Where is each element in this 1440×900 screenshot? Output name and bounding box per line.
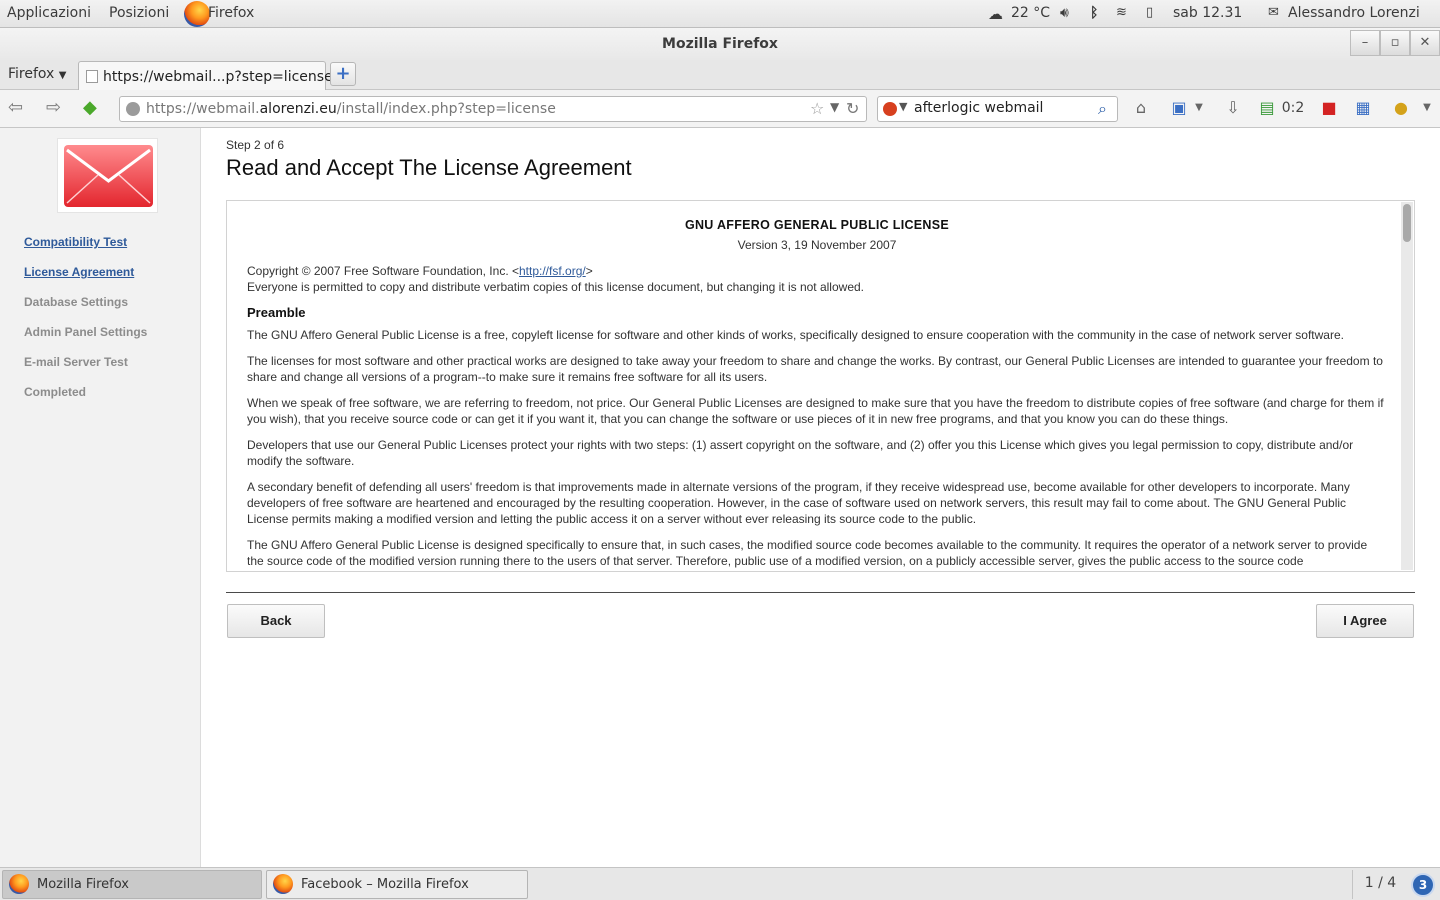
firefox-app-icon <box>184 1 210 27</box>
minimize-icon[interactable]: – <box>1350 30 1380 56</box>
search-bar[interactable]: ▼ ⌕ <box>877 96 1118 122</box>
feed-icon[interactable]: ◆ <box>83 98 97 118</box>
fsf-link[interactable]: http://fsf.org/ <box>519 264 586 278</box>
agree-button[interactable]: I Agree <box>1316 604 1414 638</box>
sidebar-item-license-agreement[interactable]: License Agreement <box>24 265 134 279</box>
active-app-menu[interactable]: Firefox <box>208 5 254 21</box>
license-text-box[interactable]: GNU AFFERO GENERAL PUBLIC LICENSE Versio… <box>226 200 1415 572</box>
close-icon[interactable]: ✕ <box>1410 30 1440 56</box>
main-panel: Step 2 of 6 Read and Accept The License … <box>226 128 1415 867</box>
scrollbar-thumb[interactable] <box>1403 204 1411 242</box>
reload-icon[interactable]: ↻ <box>846 99 859 118</box>
back-icon[interactable]: ⇦ <box>8 98 23 118</box>
bottom-taskbar: Mozilla Firefox Facebook – Mozilla Firef… <box>0 867 1440 900</box>
license-paragraph: When we speak of free software, we are r… <box>247 396 1384 426</box>
page-content: Compatibility Test License Agreement Dat… <box>0 128 1440 867</box>
workspace-indicator[interactable]: 1 / 4 <box>1352 870 1408 899</box>
notification-count-badge[interactable]: 3 <box>1411 873 1435 897</box>
forward-icon[interactable]: ⇨ <box>46 98 61 118</box>
window-title: Mozilla Firefox <box>662 36 778 52</box>
chevron-down-icon[interactable]: ▼ <box>899 100 907 113</box>
weather-temp[interactable]: 22 °C <box>1011 5 1050 21</box>
maximize-icon[interactable]: ▫ <box>1380 30 1410 56</box>
firefox-menu-button[interactable]: Firefox ▼ <box>8 66 67 82</box>
sidebar-item-email-server-test: E-mail Server Test <box>24 355 128 369</box>
sidebar-item-database-settings: Database Settings <box>24 295 129 309</box>
addon-counter[interactable]: 0:2 <box>1278 97 1308 119</box>
search-icon[interactable]: ⌕ <box>1098 99 1107 119</box>
screenshot-icon[interactable]: ▦ <box>1352 97 1374 119</box>
license-paragraph: The GNU Affero General Public License is… <box>247 538 1368 568</box>
window-titlebar: Mozilla Firefox – ▫ ✕ <box>0 28 1440 60</box>
logo <box>57 138 158 213</box>
envelope-icon <box>64 145 153 207</box>
firefox-menu-label: Firefox <box>8 66 55 82</box>
cloud-icon: ☁ <box>988 5 1003 23</box>
user-menu[interactable]: Alessandro Lorenzi <box>1288 5 1420 21</box>
top-panel: Applicazioni Posizioni Firefox ☁ 22 °C 🔊… <box>0 0 1440 28</box>
bluetooth-icon[interactable]: ᛒ <box>1090 5 1098 21</box>
preamble-heading: Preamble <box>247 305 306 320</box>
firefox-icon <box>9 874 29 894</box>
clock[interactable]: sab 12.31 <box>1173 5 1242 21</box>
license-title: GNU AFFERO GENERAL PUBLIC LICENSE <box>684 218 950 232</box>
license-paragraph: The licenses for most software and other… <box>247 354 1383 384</box>
firefox-icon <box>273 874 293 894</box>
chevron-down-icon[interactable]: ▼ <box>1188 97 1210 119</box>
bookmarks-icon[interactable]: ▣ <box>1168 97 1190 119</box>
license-paragraph: The GNU Affero General Public License is… <box>247 328 1344 342</box>
search-input[interactable] <box>914 100 1094 116</box>
home-icon[interactable]: ⌂ <box>1130 97 1152 119</box>
new-tab-button[interactable]: + <box>330 62 356 86</box>
youtube-icon[interactable]: ■ <box>1318 97 1340 119</box>
page-title: Read and Accept The License Agreement <box>226 155 632 180</box>
download-icon[interactable]: ⇩ <box>1222 97 1244 119</box>
site-identity-icon[interactable] <box>126 102 140 116</box>
license-copyright: Copyright © 2007 Free Software Foundatio… <box>247 264 864 294</box>
tab-strip: Firefox ▼ https://webmail...p?step=licen… <box>0 60 1440 91</box>
sidebar-item-completed: Completed <box>24 385 87 399</box>
battery-icon[interactable]: ▯ <box>1146 5 1153 20</box>
task-label: Mozilla Firefox <box>37 877 129 892</box>
places-menu[interactable]: Posizioni <box>109 5 169 21</box>
install-steps-sidebar: Compatibility Test License Agreement Dat… <box>0 128 201 867</box>
sidebar-item-admin-panel-settings: Admin Panel Settings <box>24 325 148 339</box>
sidebar-item-compatibility-test[interactable]: Compatibility Test <box>24 235 127 249</box>
license-paragraph: Developers that use our General Public L… <box>247 438 1354 468</box>
url-text[interactable]: https://webmail.alorenzi.eu/install/inde… <box>146 101 556 117</box>
license-scrollbar[interactable] <box>1401 202 1413 570</box>
applications-menu[interactable]: Applicazioni <box>7 5 91 21</box>
chevron-down-icon[interactable]: ▼ <box>1416 97 1438 119</box>
divider <box>226 592 1415 593</box>
volume-icon[interactable]: 🔊︎ <box>1060 5 1069 21</box>
tab-label: https://webmail...p?step=license <box>103 69 333 85</box>
license-version: Version 3, 19 November 2007 <box>737 238 897 252</box>
navigation-toolbar: ⇦ ⇨ ◆ https://webmail.alorenzi.eu/instal… <box>0 90 1440 128</box>
search-engine-icon[interactable] <box>883 102 897 116</box>
bookmark-star-icon[interactable]: ☆ <box>810 99 824 118</box>
wifi-icon[interactable]: ≋ <box>1116 5 1127 20</box>
license-copyright-notice: Everyone is permitted to copy and distri… <box>247 280 864 294</box>
addon-counter-icon[interactable]: ▤ <box>1256 97 1278 119</box>
license-content: GNU AFFERO GENERAL PUBLIC LICENSE Versio… <box>247 217 1387 571</box>
task-mozilla-firefox[interactable]: Mozilla Firefox <box>2 870 262 899</box>
task-facebook-firefox[interactable]: Facebook – Mozilla Firefox <box>266 870 528 899</box>
chat-icon[interactable]: ✉ <box>1268 5 1279 20</box>
step-indicator: Step 2 of 6 <box>226 138 285 152</box>
license-paragraph: A secondary benefit of defending all use… <box>247 480 1350 526</box>
medal-icon[interactable]: ● <box>1390 97 1412 119</box>
tab-active[interactable]: https://webmail...p?step=license <box>78 61 333 91</box>
page-favicon-icon <box>86 70 98 83</box>
url-bar[interactable]: https://webmail.alorenzi.eu/install/inde… <box>119 96 867 122</box>
chevron-down-icon: ▼ <box>58 70 67 81</box>
back-button[interactable]: Back <box>227 604 325 638</box>
history-dropdown-icon[interactable]: ▼ <box>830 100 839 114</box>
task-label: Facebook – Mozilla Firefox <box>301 877 469 892</box>
